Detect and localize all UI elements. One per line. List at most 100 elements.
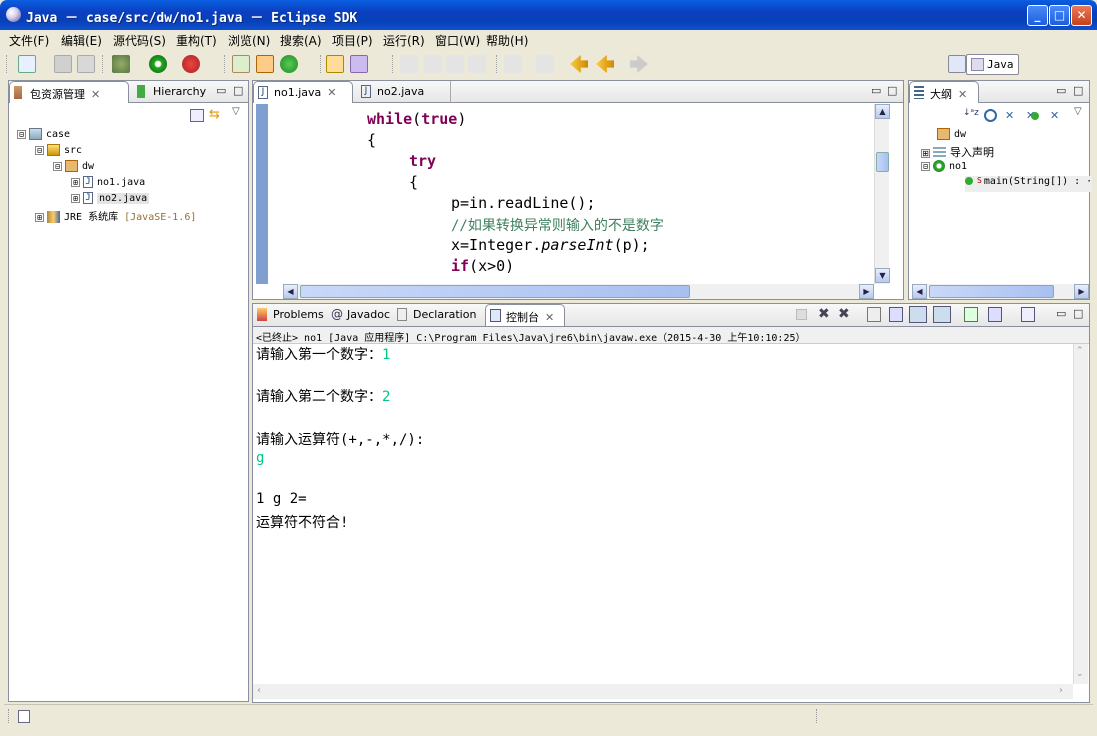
scroll-left-icon[interactable]: ◀: [283, 284, 298, 299]
maximize-view-icon[interactable]: □: [1073, 84, 1083, 97]
new-java-project-icon[interactable]: [232, 55, 250, 73]
open-perspective-icon[interactable]: [948, 55, 966, 73]
outline-horizontal-scrollbar[interactable]: ◀ ▶: [912, 284, 1089, 299]
tab-package-explorer[interactable]: 包资源管理 ✕: [9, 81, 129, 103]
tree-item-no1-java[interactable]: ⊞ Jno1.java: [71, 176, 145, 192]
outline-item-main[interactable]: Smain(String[]) : ·: [965, 176, 1093, 192]
hide-static-icon[interactable]: ✕: [1005, 109, 1018, 122]
new-class-icon[interactable]: [280, 55, 298, 73]
last-edit-icon[interactable]: [570, 55, 588, 73]
annotation-icon[interactable]: [400, 55, 418, 73]
collapse-all-icon[interactable]: [190, 109, 204, 122]
tab-hierarchy[interactable]: Hierarchy: [133, 81, 212, 103]
hide-local-types-icon[interactable]: [1031, 112, 1039, 120]
outline-item-imports[interactable]: ⊞ 导入声明: [921, 144, 994, 160]
close-icon[interactable]: ✕: [958, 88, 967, 101]
open-type-icon[interactable]: [326, 55, 344, 73]
scroll-left-icon[interactable]: ◀: [912, 284, 927, 299]
menu-refactor[interactable]: 重构(T): [176, 32, 217, 49]
code-area[interactable]: while(true) { try { p=in.readLine(); //如…: [268, 104, 883, 284]
scroll-up-icon[interactable]: ▲: [875, 104, 890, 119]
minimize-view-icon[interactable]: ▭: [871, 84, 881, 97]
close-icon[interactable]: ✕: [545, 311, 554, 324]
menu-source[interactable]: 源代码(S): [113, 32, 166, 49]
editor-vertical-scrollbar[interactable]: ▲ ▼: [874, 104, 890, 284]
close-button[interactable]: ✕: [1071, 5, 1092, 26]
fast-view-icon[interactable]: [18, 710, 30, 723]
expander-icon[interactable]: ⊞: [35, 212, 44, 222]
tab-outline[interactable]: 大纲 ✕: [909, 81, 979, 103]
minimize-button[interactable]: _: [1027, 5, 1048, 26]
tab-problems[interactable]: Problems: [253, 304, 325, 326]
close-icon[interactable]: ✕: [327, 86, 336, 99]
maximize-view-icon[interactable]: □: [233, 84, 243, 97]
close-icon[interactable]: ✕: [91, 88, 100, 101]
minimize-view-icon[interactable]: ▭: [216, 84, 226, 97]
tab-javadoc[interactable]: @ Javadoc: [327, 304, 391, 326]
remove-all-launches-icon[interactable]: ✖: [838, 306, 850, 322]
scroll-down-icon[interactable]: ⌄: [1076, 669, 1084, 679]
tab-declaration[interactable]: Declaration: [393, 304, 483, 326]
scroll-thumb[interactable]: [929, 285, 1054, 298]
sort-icon[interactable]: ↓ᵃz: [963, 108, 979, 122]
editor-horizontal-scrollbar[interactable]: ◀ ▶: [283, 284, 874, 299]
tab-console[interactable]: 控制台 ✕: [485, 304, 565, 326]
tree-item-src[interactable]: ⊟ src: [35, 144, 82, 160]
menu-project[interactable]: 项目(P): [332, 32, 373, 49]
hide-fields-icon[interactable]: [984, 109, 997, 122]
show-whitespace-icon[interactable]: [468, 55, 486, 73]
minimize-view-icon[interactable]: ▭: [1056, 307, 1066, 320]
tree-item-jre[interactable]: ⊞ JRE 系统库 [JavaSE-1.6]: [35, 208, 196, 224]
menu-search[interactable]: 搜索(A): [280, 32, 322, 49]
new-icon[interactable]: [18, 55, 36, 73]
open-console-icon[interactable]: [1021, 307, 1035, 322]
terminate-icon[interactable]: [796, 309, 807, 320]
run-icon[interactable]: [149, 55, 167, 73]
back-icon[interactable]: [596, 55, 614, 73]
expander-icon[interactable]: ⊟: [921, 161, 930, 171]
tree-item-no2-java[interactable]: ⊞ Jno2.java: [71, 192, 150, 208]
expander-icon[interactable]: ⊟: [53, 161, 62, 171]
view-menu-icon[interactable]: ▽: [1074, 106, 1082, 117]
scroll-right-icon[interactable]: ▶: [859, 284, 874, 299]
new-package-icon[interactable]: [256, 55, 274, 73]
pencil-icon[interactable]: [424, 55, 442, 73]
tab-no1-java[interactable]: J no1.java ✕: [253, 81, 353, 103]
minimize-view-icon[interactable]: ▭: [1056, 84, 1066, 97]
remove-launch-icon[interactable]: ✖: [818, 306, 830, 322]
external-tools-icon[interactable]: [182, 55, 200, 73]
expander-icon[interactable]: ⊞: [921, 148, 930, 158]
maximize-view-icon[interactable]: □: [887, 84, 897, 97]
expander-icon[interactable]: ⊞: [71, 193, 80, 203]
save-icon[interactable]: [54, 55, 72, 73]
next-annotation-icon[interactable]: [504, 55, 522, 73]
link-with-editor-icon[interactable]: ⇆: [209, 108, 224, 123]
tree-item-dw[interactable]: ⊟ dw: [53, 160, 94, 176]
scroll-down-icon[interactable]: ▼: [875, 268, 890, 283]
maximize-button[interactable]: □: [1049, 5, 1070, 26]
menu-window[interactable]: 窗口(W): [435, 32, 480, 49]
scroll-thumb[interactable]: [300, 285, 690, 298]
menu-navigate[interactable]: 浏览(N): [228, 32, 270, 49]
outline-item-class-no1[interactable]: ⊟ no1: [921, 160, 967, 176]
previous-annotation-icon[interactable]: [536, 55, 554, 73]
filter-icon[interactable]: ✕: [1050, 109, 1063, 122]
scroll-lock-icon[interactable]: [889, 307, 903, 322]
outline-item-package[interactable]: dw: [937, 128, 966, 144]
java-perspective-button[interactable]: Java: [966, 54, 1019, 75]
menu-file[interactable]: 文件(F): [9, 32, 49, 49]
menu-help[interactable]: 帮助(H): [486, 32, 528, 49]
show-console-output-icon[interactable]: [909, 306, 927, 323]
maximize-view-icon[interactable]: □: [1073, 307, 1083, 320]
menu-edit[interactable]: 编辑(E): [61, 32, 102, 49]
scroll-up-icon[interactable]: ⌃: [1076, 346, 1084, 356]
scroll-right-icon[interactable]: ›: [1059, 685, 1063, 696]
expander-icon[interactable]: ⊟: [17, 129, 26, 139]
show-console-error-icon[interactable]: [933, 306, 951, 323]
forward-icon[interactable]: [630, 55, 648, 73]
scroll-thumb[interactable]: [876, 152, 889, 172]
print-icon[interactable]: [77, 55, 95, 73]
scroll-right-icon[interactable]: ▶: [1074, 284, 1089, 299]
pin-console-icon[interactable]: [964, 307, 978, 322]
console-vertical-scrollbar[interactable]: ⌃ ⌄: [1073, 344, 1088, 684]
